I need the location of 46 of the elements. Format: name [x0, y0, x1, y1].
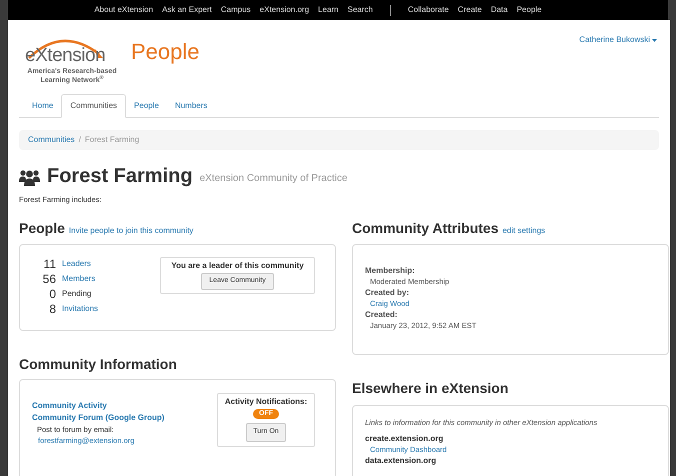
- current-page-label: Forest Farming: [84, 134, 140, 146]
- nav-link[interactable]: Ask an Expert: [162, 4, 212, 16]
- count-label: Pending: [62, 288, 92, 300]
- nav-link[interactable]: Collaborate: [408, 4, 449, 16]
- page-title: Forest Farming: [47, 166, 193, 186]
- section-heading: Community Information: [19, 355, 178, 374]
- caret-icon: [652, 38, 657, 42]
- count-number: 8: [48, 302, 56, 315]
- breadcrumb-separator: /: [78, 134, 81, 146]
- invite-link[interactable]: Invite people to join this community: [68, 225, 194, 238]
- field-label: Created by:: [365, 287, 410, 298]
- nav-tab[interactable]: Home: [24, 95, 62, 117]
- nav-link[interactable]: Search: [348, 4, 373, 16]
- nav-tab[interactable]: Numbers: [166, 95, 216, 117]
- nav-link[interactable]: Create: [458, 4, 482, 16]
- nav-link[interactable]: eXtension.org: [260, 4, 310, 16]
- notifications-label: Activity Notifications:: [224, 396, 308, 408]
- count-number: 0: [48, 288, 56, 300]
- count-link[interactable]: Invitations: [62, 302, 98, 315]
- nav-link[interactable]: People: [516, 4, 542, 16]
- nav-tab[interactable]: People: [126, 95, 167, 117]
- section-heading: People: [19, 219, 65, 238]
- count-number: 56: [42, 272, 56, 285]
- field-label: Created:: [365, 309, 398, 320]
- nav-link[interactable]: Learn: [318, 4, 339, 16]
- people-group-icon: [19, 169, 40, 186]
- site-name: data.extension.org: [365, 455, 436, 466]
- user-menu[interactable]: Catherine Bukowski: [579, 34, 657, 46]
- nav-tab[interactable]: Communities: [61, 94, 126, 118]
- edit-settings-link[interactable]: edit settings: [502, 225, 546, 238]
- community-link[interactable]: Community Forum (Google Group): [32, 412, 164, 424]
- community-link[interactable]: Community Activity: [32, 400, 107, 412]
- section-heading: Elsewhere in eXtension: [352, 379, 510, 398]
- nav-link[interactable]: Campus: [220, 4, 251, 16]
- count-number: 11: [42, 258, 56, 270]
- nav-link[interactable]: About eXtension: [94, 4, 154, 16]
- membership-message: You are a leader of this community: [171, 260, 304, 272]
- count-link[interactable]: Members: [62, 272, 96, 285]
- nav-link[interactable]: Data: [490, 4, 508, 16]
- site-name: create.extension.org: [365, 433, 444, 444]
- app-name: People: [131, 38, 200, 66]
- field-label: Membership:: [365, 265, 415, 276]
- count-link[interactable]: Leaders: [62, 258, 91, 270]
- breadcrumb-link[interactable]: Communities: [28, 134, 75, 146]
- page-subtitle: eXtension Community of Practice: [200, 172, 348, 186]
- section-heading: Community Attributes: [352, 219, 498, 238]
